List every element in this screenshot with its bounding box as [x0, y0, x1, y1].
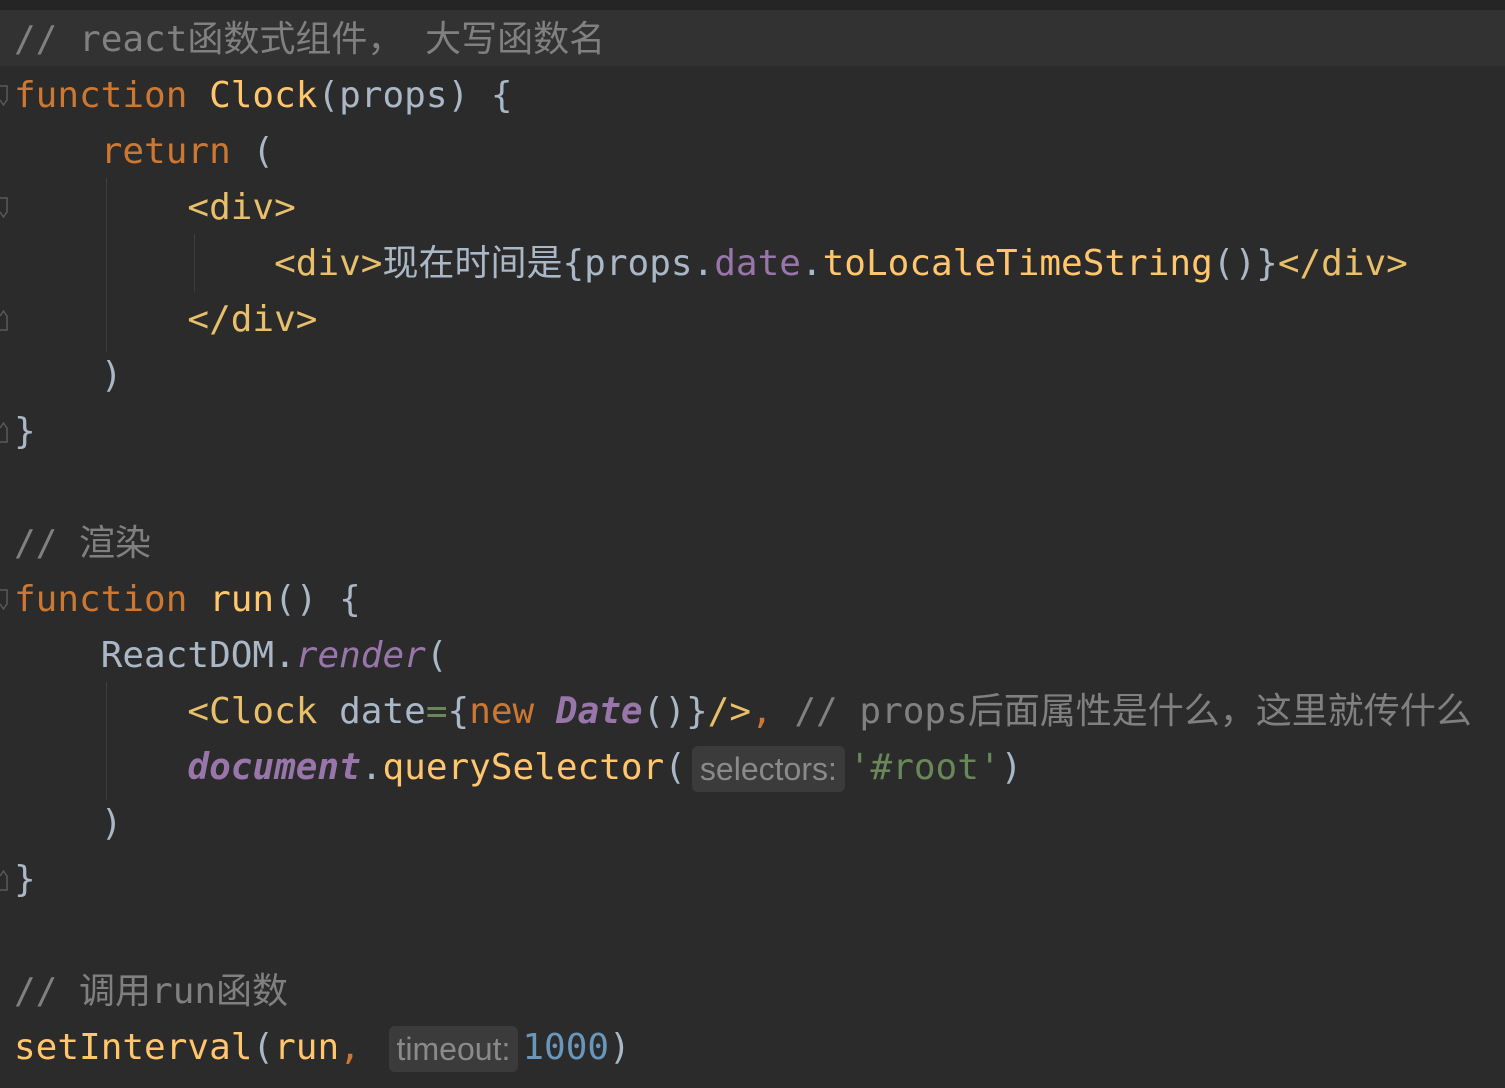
code-line-18[interactable]: // 调用run函数	[14, 964, 288, 1020]
code-text: )	[609, 1027, 631, 1068]
comment: // 渲染	[14, 523, 152, 564]
code-text: =	[425, 691, 448, 732]
code-text: }	[1256, 243, 1278, 284]
code-line-10[interactable]: // 渲染	[14, 516, 151, 572]
code-text: {	[447, 691, 470, 732]
code-line-4[interactable]: <div>	[14, 180, 296, 236]
jsx-tag: </div>	[187, 299, 318, 340]
code-text: .	[800, 243, 823, 284]
code-text: .	[274, 635, 296, 676]
comment: // react函数式组件， 大写函数名	[14, 19, 606, 60]
parameter-hint: selectors:	[691, 746, 845, 792]
property: date	[714, 243, 801, 284]
fold-marker-icon[interactable]	[0, 85, 8, 107]
code-text: }	[14, 411, 36, 452]
jsx-tag: <div>	[187, 187, 296, 228]
global-object: document	[187, 747, 361, 788]
code-line-8[interactable]: }	[14, 404, 36, 460]
code-line-13[interactable]: <Clock date={new Date()}/>, // props后面属性…	[14, 684, 1472, 740]
jsx-text: 现在时间是	[382, 243, 563, 284]
number-literal: 1000	[522, 1027, 610, 1068]
fold-marker-icon[interactable]	[0, 589, 8, 611]
code-text: (	[425, 635, 448, 676]
code-text: ReactDOM	[100, 635, 275, 676]
function-reference: run	[274, 1027, 340, 1068]
code-text: (	[252, 1027, 275, 1068]
code-text: }	[685, 691, 708, 732]
code-text: .	[360, 747, 383, 788]
code-line-12[interactable]: ReactDOM.render(	[14, 628, 448, 684]
code-text: () {	[274, 579, 361, 620]
fold-end-marker-icon[interactable]	[0, 421, 8, 443]
code-line-5[interactable]: <div>现在时间是{props.date.toLocaleTimeString…	[14, 236, 1408, 292]
comment: // props后面属性是什么，这里就传什么	[772, 691, 1472, 732]
keyword: function	[14, 579, 188, 620]
code-text: ()	[642, 691, 686, 732]
code-line-15[interactable]: )	[14, 796, 123, 852]
code-text: ()	[1212, 243, 1257, 284]
fold-end-marker-icon[interactable]	[0, 869, 8, 891]
code-line-19[interactable]: setInterval(run, timeout: 1000)	[14, 1020, 631, 1076]
jsx-attribute: date	[317, 691, 426, 732]
jsx-tag: <div>	[274, 243, 383, 284]
string-literal: '#root'	[848, 747, 1001, 788]
method-name: render	[295, 635, 426, 676]
code-text: props	[584, 243, 693, 284]
code-line-6[interactable]: </div>	[14, 292, 317, 348]
code-text: )	[100, 803, 123, 844]
jsx-tag: <Clock	[187, 691, 318, 732]
code-text: (props) {	[317, 75, 513, 116]
code-line-1[interactable]: // react函数式组件， 大写函数名	[14, 12, 605, 68]
method-name: toLocaleTimeString	[822, 243, 1213, 284]
code-text: )	[100, 355, 123, 396]
code-text: }	[14, 859, 36, 900]
code-line-11[interactable]: function run() {	[14, 572, 361, 628]
keyword: return	[100, 131, 231, 172]
code-text: {	[562, 243, 585, 284]
parameter-hint: timeout:	[388, 1026, 519, 1072]
function-name: Clock	[209, 75, 318, 116]
keyword: new	[469, 691, 535, 732]
code-editor[interactable]: // react函数式组件， 大写函数名 function Clock(prop…	[0, 0, 1505, 1088]
code-line-3[interactable]: return (	[14, 124, 274, 180]
class-name: Date	[555, 691, 643, 732]
function-name: run	[209, 579, 275, 620]
code-text: .	[692, 243, 715, 284]
fold-end-marker-icon[interactable]	[0, 309, 8, 331]
code-line-2[interactable]: function Clock(props) {	[14, 68, 513, 124]
comment: // 调用run函数	[14, 971, 289, 1012]
code-line-7[interactable]: )	[14, 348, 123, 404]
code-text: ,	[751, 691, 773, 732]
code-text: (	[230, 131, 275, 172]
jsx-tag: />	[707, 691, 752, 732]
code-line-16[interactable]: }	[14, 852, 36, 908]
code-text: ,	[339, 1027, 361, 1068]
fold-marker-icon[interactable]	[0, 197, 8, 219]
code-line-14[interactable]: document.querySelector(selectors: '#root'…	[14, 740, 1022, 796]
method-name: querySelector	[382, 747, 665, 788]
editor-top-border	[0, 0, 1505, 10]
jsx-tag: </div>	[1277, 243, 1408, 284]
code-text: )	[1000, 747, 1023, 788]
function-name: setInterval	[14, 1027, 253, 1068]
code-text: (	[664, 747, 686, 788]
keyword: function	[14, 75, 188, 116]
